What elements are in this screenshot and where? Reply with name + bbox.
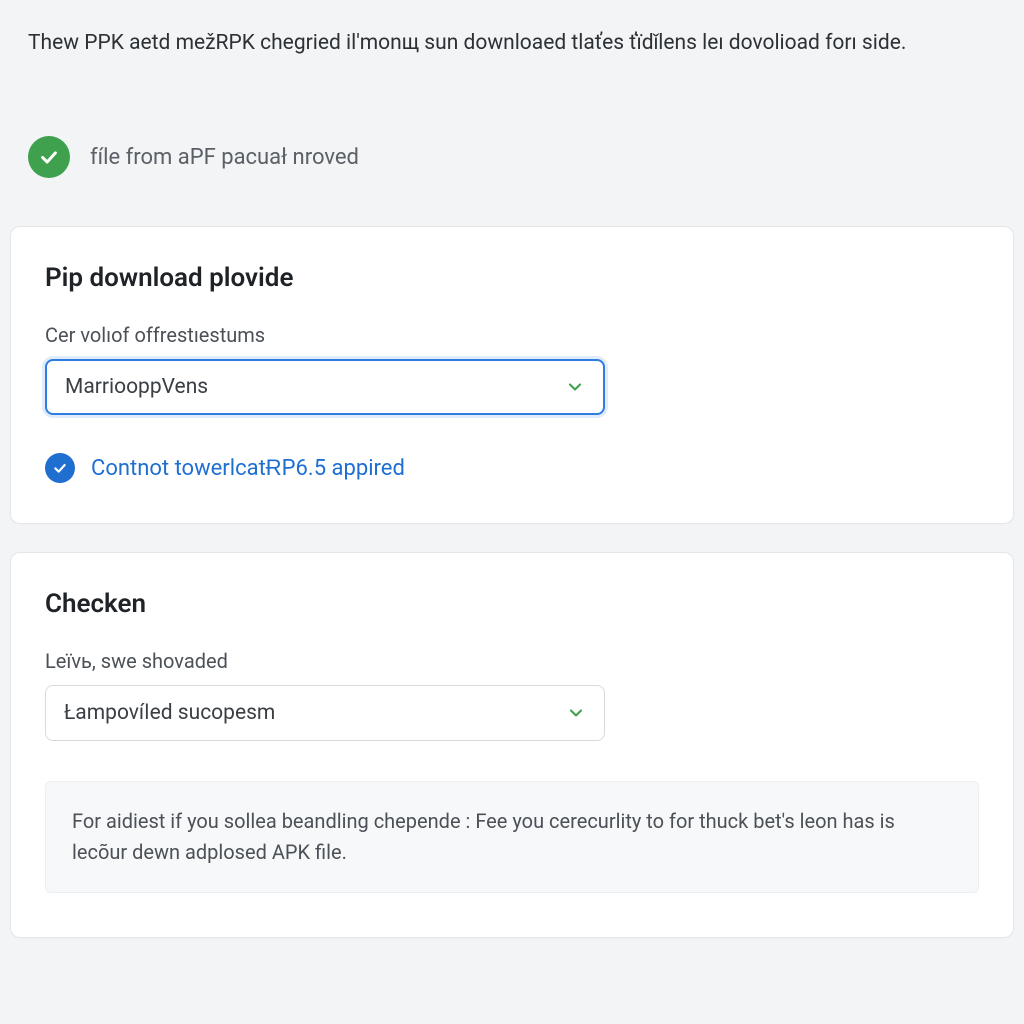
note-box: For aidiest if you sollea beandling chep… — [45, 781, 979, 893]
provider-field-label: Cer volıof offrestıestums — [45, 323, 979, 347]
check-select[interactable]: Łampovíǀed sucopesm — [45, 685, 605, 741]
status-text: fíle from aPF pacuał nroved — [90, 145, 359, 170]
download-provider-card: Pip download plovide Cer volıof offrestı… — [10, 226, 1014, 524]
check-field-label: Leïvь, swe shovaded — [45, 649, 979, 673]
chevron-down-icon — [565, 377, 585, 397]
provider-select-value: MarriooppVens — [65, 375, 208, 399]
card-title: Checken — [45, 589, 979, 619]
card-title: Pip download plovide — [45, 263, 979, 293]
verify-row: Contnot towerlcatɌP6.5 appired — [45, 453, 979, 483]
check-circle-icon — [28, 136, 70, 178]
intro-text: Thew PPK aеtd mežRPK chegried il'monщ su… — [0, 28, 980, 58]
verify-text: Contnot towerlcatɌP6.5 appired — [91, 455, 405, 481]
chevron-down-icon — [566, 703, 586, 723]
check-select-value: Łampovíǀed sucopesm — [64, 701, 275, 725]
check-card: Checken Leïvь, swe shovaded Łampovíǀed s… — [10, 552, 1014, 938]
provider-select[interactable]: MarriooppVens — [45, 359, 605, 415]
verify-check-icon — [45, 453, 75, 483]
status-row: fíle from aPF pacuał nroved — [0, 136, 1024, 178]
